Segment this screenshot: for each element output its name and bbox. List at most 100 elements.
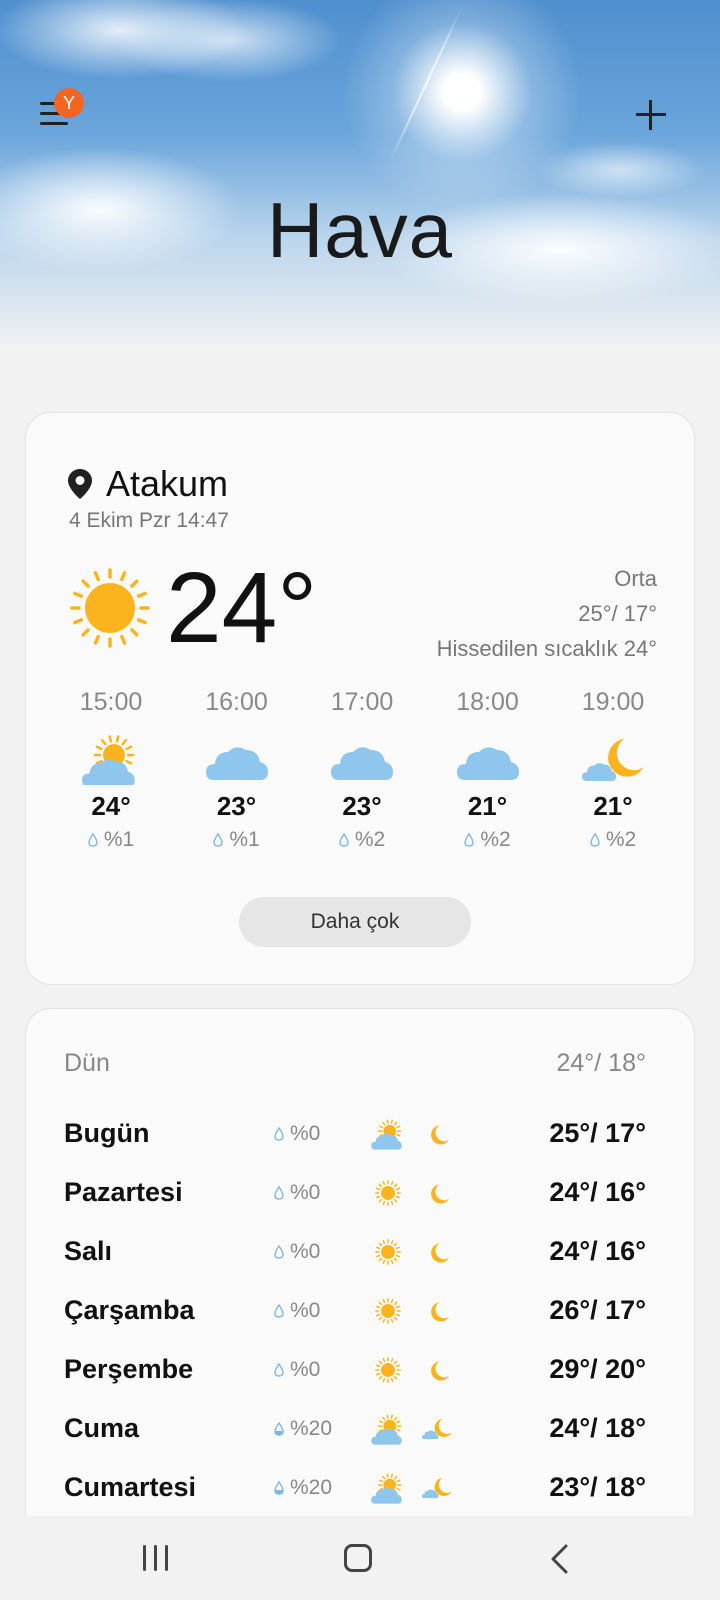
day-range: 24°/ 18°	[549, 1413, 646, 1443]
menu-icon-line	[40, 122, 68, 125]
cloud-icon	[331, 747, 393, 780]
hour-temp: 23°	[342, 791, 382, 821]
day-range: 24°/ 16°	[549, 1177, 646, 1207]
current-weather-card[interactable]: Atakum 4 Ekim Pzr 14:47 24° Orta 25°/ 17…	[25, 412, 695, 985]
daily-row[interactable]: Çarşamba %0 26°/ 17°	[64, 1281, 646, 1340]
daily-row[interactable]: Perşembe %0 29°/ 20°	[64, 1340, 646, 1399]
home-button[interactable]	[344, 1544, 372, 1572]
rain-drop-icon	[213, 833, 224, 847]
rain-drop-icon	[464, 833, 475, 847]
daily-forecast-card[interactable]: Dün 24°/ 18° Bugün %0 25°/ 17° Pazartesi…	[25, 1008, 695, 1568]
day-range: 23°/ 18°	[549, 1472, 646, 1502]
feels-like: Hissedilen sıcaklık 24°	[436, 636, 657, 661]
location-name: Atakum	[106, 463, 229, 504]
partly-cloudy-icon	[82, 735, 135, 785]
sun-icon	[375, 1297, 401, 1324]
back-button[interactable]	[548, 1544, 572, 1574]
hour-temp: 23°	[216, 791, 257, 821]
rain-drop-icon	[274, 1480, 284, 1495]
yesterday-row: Dün 24°/ 18°	[64, 1049, 646, 1078]
day-rain-chance: %0	[290, 1357, 321, 1381]
daily-list: Bugün %0 25°/ 17° Pazartesi %0 24°/ 16° …	[64, 1104, 646, 1517]
partly-cloudy-icon	[371, 1414, 402, 1445]
daily-row[interactable]: Bugün %0 25°/ 17°	[64, 1104, 646, 1163]
daily-row[interactable]: Cumartesi %20 23°/ 18°	[64, 1458, 646, 1517]
hour-rain-chance: %2	[354, 828, 386, 851]
hour-rain: %2	[307, 828, 417, 852]
hourly-item: 19:00 21° %2	[558, 688, 668, 852]
day-name: Bugün	[64, 1118, 150, 1148]
day-name: Çarşamba	[64, 1295, 195, 1325]
rain-drop-icon	[274, 1244, 284, 1259]
hour-time: 17:00	[330, 688, 394, 716]
hourly-item: 15:00 24° %1	[56, 688, 166, 852]
sun-icon	[375, 1356, 401, 1383]
sun-icon	[375, 1238, 401, 1265]
day-rain-chance: %0	[290, 1239, 321, 1263]
cloud-icon	[456, 747, 519, 780]
day-name: Perşembe	[64, 1354, 194, 1384]
hour-temp: 24°	[91, 791, 131, 821]
day-rain: %0	[274, 1240, 370, 1264]
day-rain-chance: %0	[290, 1298, 321, 1322]
day-range: 29°/ 20°	[549, 1354, 646, 1384]
rain-drop-icon	[590, 833, 600, 847]
recents-icon-bar	[154, 1545, 157, 1571]
moon-cloud-icon	[582, 738, 644, 781]
moon-icon	[431, 1301, 450, 1322]
moon-cloud-icon	[422, 1477, 452, 1498]
day-rain: %0	[274, 1181, 370, 1205]
rain-drop-icon	[274, 1185, 284, 1200]
hourly-forecast: 15:00 24° %1 16:00 23° %1 17:00 23° %2 1…	[56, 688, 668, 852]
recents-icon-bar	[165, 1545, 168, 1571]
yesterday-range: 24°/ 18°	[556, 1049, 646, 1077]
day-rain-chance: %20	[290, 1475, 333, 1499]
hour-rain: %2	[433, 828, 543, 852]
hour-temp: 21°	[467, 791, 508, 821]
moon-icon	[431, 1124, 450, 1145]
moon-icon	[431, 1242, 450, 1263]
rain-drop-icon	[274, 1362, 284, 1377]
hourly-item: 18:00 21° %2	[433, 688, 543, 852]
day-rain: %0	[274, 1358, 370, 1382]
location-pin-icon	[68, 469, 92, 499]
day-name: Salı	[64, 1236, 113, 1266]
partly-cloudy-icon	[371, 1119, 402, 1150]
add-location-button[interactable]	[636, 100, 666, 130]
condition-summary: Orta 25°/ 17° Hissedilen sıcaklık 24°	[437, 561, 657, 666]
day-rain-chance: %0	[290, 1121, 321, 1145]
daily-row[interactable]: Cuma %20 24°/ 18°	[64, 1399, 646, 1458]
high-low-temperature: 25°/ 17°	[578, 601, 657, 626]
page-title: Hava	[266, 186, 454, 274]
day-rain: %20	[274, 1417, 370, 1441]
day-rain-chance: %0	[290, 1180, 321, 1204]
sun-icon	[70, 568, 150, 648]
more-button[interactable]: Daha çok	[239, 897, 471, 947]
hour-rain: %1	[182, 828, 292, 852]
rain-drop-icon	[88, 833, 98, 847]
current-temperature: 24°	[166, 552, 318, 664]
hour-rain-chance: %1	[103, 828, 135, 851]
day-name: Cumartesi	[64, 1472, 197, 1502]
recent-apps-button[interactable]	[143, 1545, 171, 1573]
rain-drop-icon	[274, 1421, 284, 1436]
daily-row[interactable]: Salı %0 24°/ 16°	[64, 1222, 646, 1281]
hour-rain-chance: %1	[229, 828, 260, 851]
day-range: 26°/ 17°	[549, 1295, 646, 1325]
day-rain: %0	[274, 1122, 370, 1146]
moon-cloud-icon	[422, 1418, 452, 1439]
hourly-item: 16:00 23° %1	[182, 688, 292, 852]
cloud-icon	[205, 747, 268, 780]
condition-description: Orta	[614, 566, 657, 591]
partly-cloudy-icon	[371, 1473, 402, 1504]
hour-rain-chance: %2	[480, 828, 511, 851]
hour-time: 19:00	[581, 688, 645, 716]
hourly-item: 17:00 23° %2	[307, 688, 417, 852]
daily-row[interactable]: Pazartesi %0 24°/ 16°	[64, 1163, 646, 1222]
rain-drop-icon	[274, 1126, 284, 1141]
day-range: 24°/ 16°	[549, 1236, 646, 1266]
hour-time: 18:00	[456, 688, 519, 716]
recents-icon	[143, 1545, 146, 1571]
day-rain-chance: %20	[290, 1416, 333, 1440]
location: Atakum	[68, 463, 228, 505]
